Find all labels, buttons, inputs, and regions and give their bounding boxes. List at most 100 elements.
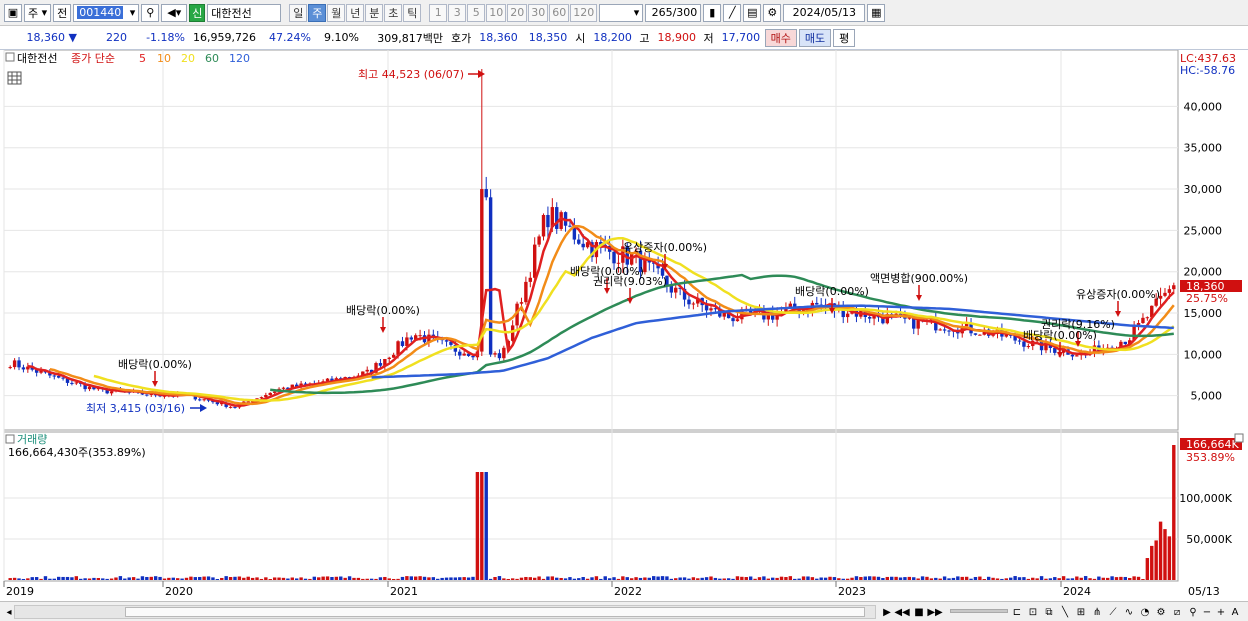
calendar-icon[interactable]: ▦ xyxy=(867,3,886,22)
interval-tab-5[interactable]: 30 xyxy=(528,3,549,22)
event-label-9: 배당락(0.00%) xyxy=(1023,329,1097,342)
bid-price: 18,350 xyxy=(528,31,568,44)
speaker-icon[interactable]: ◀▾ xyxy=(161,3,188,22)
scroll-thumb[interactable] xyxy=(125,607,865,617)
volume-bar xyxy=(585,578,590,580)
tool-wave-icon[interactable]: ∿ xyxy=(1122,604,1136,620)
interval-tab-7[interactable]: 120 xyxy=(570,3,598,22)
turnover-rate: 9.10% xyxy=(324,31,359,44)
candle-body xyxy=(1163,292,1167,296)
volume-bar xyxy=(277,577,281,580)
ask-price: 18,360 xyxy=(479,31,518,44)
tool-zoom-icon[interactable]: ⊡ xyxy=(1026,604,1040,620)
period-tab-0[interactable]: 일 xyxy=(289,3,308,22)
volume-bar xyxy=(43,576,48,580)
sell-button[interactable]: 매도 xyxy=(798,28,832,47)
draw-tool-icon[interactable]: ╱ xyxy=(723,3,742,22)
volume-bar xyxy=(766,578,771,580)
volume-bar xyxy=(841,578,845,580)
volume-detail: 166,664,430주(353.89%) xyxy=(8,446,146,459)
candle-body xyxy=(268,392,272,395)
candle-body xyxy=(867,316,872,319)
interval-tab-3[interactable]: 10 xyxy=(486,3,507,22)
volume-bar xyxy=(581,577,585,580)
candle-body xyxy=(400,341,405,346)
volume-bar xyxy=(859,577,863,580)
candle-body xyxy=(365,369,369,372)
tool-fork-icon[interactable]: ⋔ xyxy=(1090,604,1104,620)
volume-bar xyxy=(634,577,638,580)
rewind-icon[interactable]: ◀◀ xyxy=(894,604,909,620)
tool-grid-icon[interactable]: ⊞ xyxy=(1074,604,1088,620)
code-input[interactable]: 001440 ▾ xyxy=(73,3,140,22)
event-label-0: 배당락(0.00%) xyxy=(118,358,192,371)
volume-bar xyxy=(951,577,956,580)
market-select[interactable]: 주 ▾ xyxy=(24,3,52,22)
volume-bar xyxy=(233,576,237,580)
volume-bar xyxy=(1158,521,1163,580)
period-tab-3[interactable]: 년 xyxy=(346,3,365,22)
interval-tab-4[interactable]: 20 xyxy=(507,3,528,22)
interval-tab-2[interactable]: 5 xyxy=(467,3,486,22)
volume-bar xyxy=(26,578,30,580)
period-tab-1[interactable]: 주 xyxy=(308,3,327,22)
chart-toolbar: ▣ 주 ▾ 전 001440 ▾ ⚲ ◀▾ 신 대한전선 일주월년분초틱 1351… xyxy=(0,0,1248,26)
search-zoom-icon[interactable]: ⚲ xyxy=(1186,604,1200,620)
candle-body xyxy=(973,333,978,335)
period-tab-6[interactable]: 틱 xyxy=(403,3,422,22)
search-icon[interactable]: ⚲ xyxy=(141,3,160,22)
count-field[interactable]: 265/300 xyxy=(645,3,702,22)
forward-icon[interactable]: ▶▶ xyxy=(927,604,942,620)
prev-button[interactable]: 전 xyxy=(53,3,72,22)
zoom-in-icon[interactable]: + xyxy=(1214,604,1228,620)
volume-bar xyxy=(1119,576,1123,580)
period-tab-2[interactable]: 월 xyxy=(327,3,346,22)
candle-body xyxy=(484,189,488,198)
interval-custom-select[interactable]: ▾ xyxy=(599,3,644,22)
tool-export-icon[interactable]: ⧄ xyxy=(1170,604,1184,620)
volume-bar xyxy=(621,576,625,580)
interval-tab-0[interactable]: 1 xyxy=(429,3,448,22)
tool-line-icon[interactable]: ╲ xyxy=(1058,604,1072,620)
tool-gauge-icon[interactable]: ◔ xyxy=(1138,604,1152,620)
legend-ma-1: 10 xyxy=(157,52,171,65)
candle-body xyxy=(537,236,541,245)
period-tab-5[interactable]: 초 xyxy=(384,3,403,22)
stock-name-field[interactable]: 대한전선 xyxy=(207,3,282,22)
volume-bar xyxy=(885,576,890,580)
chart-svg[interactable]: 배당락(0.00%) 배당락(0.00%) 유상증자(0.00%) 배당락(0.00%… xyxy=(0,49,1248,601)
play-icon[interactable]: ▶ xyxy=(880,604,894,620)
volume-bar xyxy=(532,577,537,580)
save-icon[interactable]: ▤ xyxy=(743,3,762,22)
interval-tab-6[interactable]: 60 xyxy=(549,3,570,22)
tool-copy-icon[interactable]: ⧉ xyxy=(1042,604,1056,620)
volume-bar xyxy=(1136,576,1141,580)
tool-ruler-icon[interactable]: ⊏ xyxy=(1010,604,1024,620)
period-tab-4[interactable]: 분 xyxy=(365,3,384,22)
candle-type-icon[interactable]: ▮ xyxy=(703,3,722,22)
interval-tab-1[interactable]: 3 xyxy=(448,3,467,22)
pane-close-icon[interactable] xyxy=(1234,433,1244,443)
speed-slider[interactable] xyxy=(950,609,1008,613)
volume-bar xyxy=(149,576,153,580)
chart-area[interactable]: 배당락(0.00%) 배당락(0.00%) 유상증자(0.00%) 배당락(0.00%… xyxy=(0,49,1248,601)
volume-current: 166,664K xyxy=(1186,438,1239,451)
date-field[interactable]: 2024/05/13 xyxy=(783,3,866,22)
volume-bar xyxy=(550,576,555,580)
table-icon[interactable] xyxy=(7,71,22,85)
gear-icon[interactable]: ⚙ xyxy=(763,3,782,22)
stop-icon[interactable]: ■ xyxy=(912,604,926,620)
zoom-out-icon[interactable]: − xyxy=(1200,604,1214,620)
volume-bar xyxy=(890,576,894,580)
tool-trend-icon[interactable]: ⟋ xyxy=(1106,604,1120,620)
eval-button[interactable]: 평 xyxy=(833,28,856,47)
candle-body xyxy=(387,357,391,359)
volume-bar xyxy=(541,578,546,580)
chart-scrollbar[interactable] xyxy=(14,605,876,619)
buy-button[interactable]: 매수 xyxy=(764,28,797,47)
font-size-icon[interactable]: A xyxy=(1228,604,1242,620)
window-menu-icon[interactable]: ▣ xyxy=(4,3,22,22)
legend-ma-0: 5 xyxy=(139,52,146,65)
tool-settings-icon[interactable]: ⚙ xyxy=(1154,604,1168,620)
candle-body xyxy=(519,302,524,304)
